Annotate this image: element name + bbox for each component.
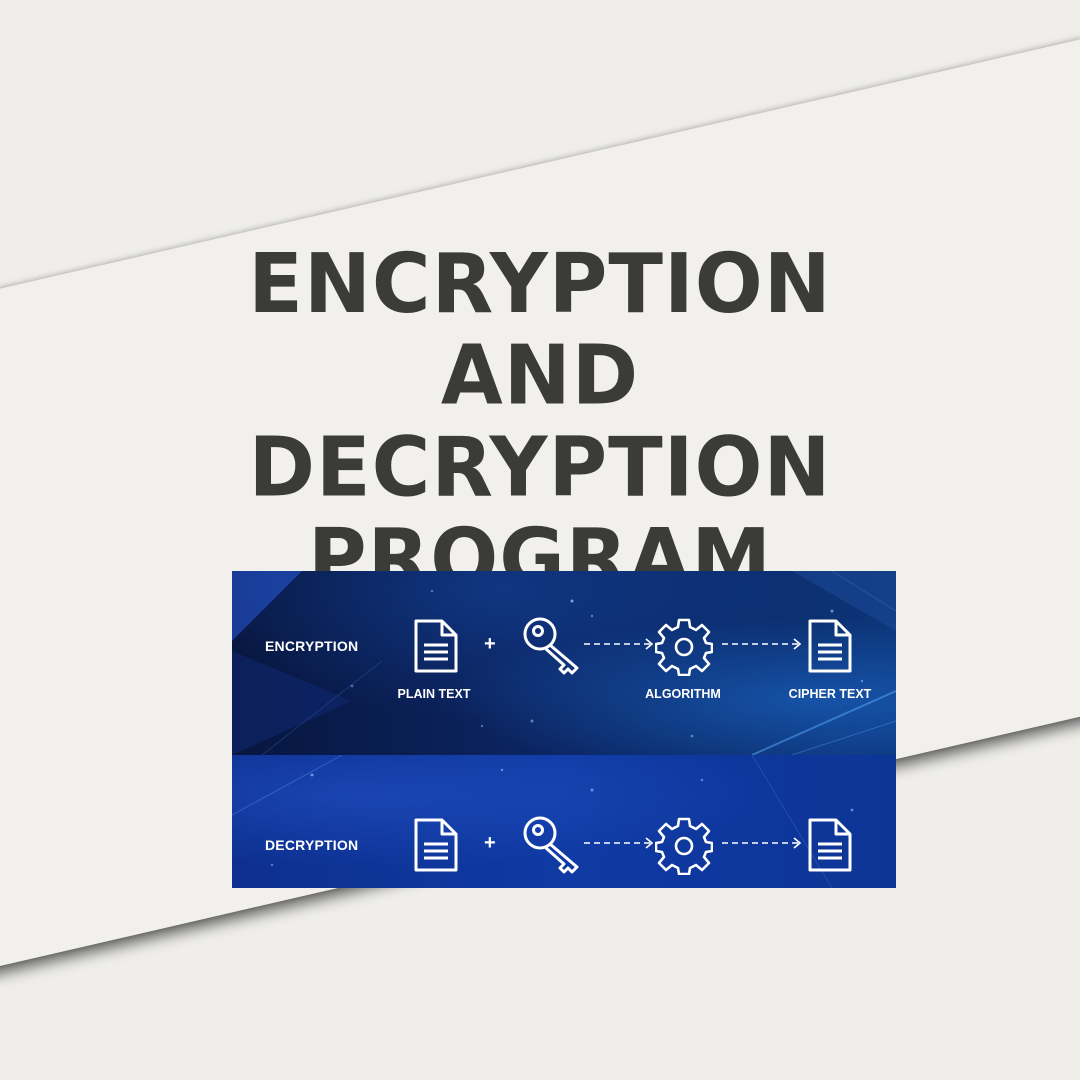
key-icon — [523, 816, 579, 874]
title-line-1: ENCRYPTION — [248, 236, 832, 332]
encryption-diagram-image: ENCRYPTION + PLAIN TEXT ALGORITHM CIPHER… — [232, 571, 896, 888]
plus-sign: + — [484, 633, 496, 655]
encryption-label: ENCRYPTION — [265, 638, 359, 654]
plus-sign: + — [484, 832, 496, 854]
decryption-band: DECRYPTION + — [232, 755, 896, 888]
decryption-label: DECRYPTION — [265, 837, 359, 853]
plain-text-document-icon — [414, 619, 458, 673]
gear-icon — [655, 817, 713, 875]
page-title: ENCRYPTION AND DECRYPTION PROGRAM — [0, 238, 1080, 605]
cipher-text-caption: CIPHER TEXT — [788, 687, 872, 701]
document-icon — [808, 818, 852, 872]
document-icon — [414, 818, 458, 872]
stage: ENCRYPTION AND DECRYPTION PROGRAM ENCRYP… — [0, 0, 1080, 1080]
dashed-arrow-icon — [584, 638, 654, 650]
cipher-text-document-icon — [808, 619, 852, 673]
encryption-band: ENCRYPTION + PLAIN TEXT ALGORITHM CIPHER… — [232, 571, 896, 755]
title-line-2: AND — [440, 328, 640, 424]
algorithm-caption: ALGORITHM — [645, 687, 721, 701]
dashed-arrow-icon — [584, 837, 654, 849]
dashed-arrow-icon — [722, 837, 802, 849]
gear-icon — [655, 618, 713, 676]
dashed-arrow-icon — [722, 638, 802, 650]
title-line-3: DECRYPTION — [248, 419, 832, 515]
plain-text-caption: PLAIN TEXT — [397, 687, 471, 701]
key-icon — [523, 617, 579, 675]
